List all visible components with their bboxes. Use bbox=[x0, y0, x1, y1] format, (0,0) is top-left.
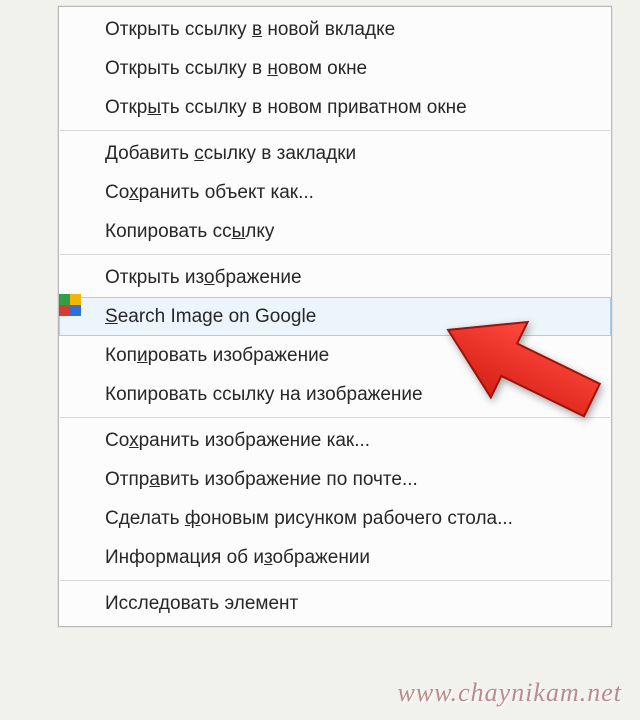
context-menu-item[interactable]: Исследовать элемент bbox=[59, 584, 611, 623]
context-menu-item[interactable]: Открыть ссылку в новой вкладке bbox=[59, 10, 611, 49]
context-menu-item-label: Копировать ссылку на изображение bbox=[105, 384, 423, 406]
context-menu-item-label: Открыть ссылку в новом окне bbox=[105, 58, 367, 80]
context-menu-item[interactable]: Добавить ссылку в закладки bbox=[59, 134, 611, 173]
context-menu-item-label: Открыть ссылку в новой вкладке bbox=[105, 19, 395, 41]
context-menu: Открыть ссылку в новой вкладке Открыть сс… bbox=[58, 6, 612, 627]
menu-separator bbox=[60, 417, 610, 418]
menu-separator bbox=[60, 580, 610, 581]
google-icon bbox=[70, 305, 94, 329]
context-menu-item[interactable]: Сохранить объект как... bbox=[59, 173, 611, 212]
context-menu-item[interactable]: Отправить изображение по почте... bbox=[59, 460, 611, 499]
context-menu-item[interactable]: Информация об изображении bbox=[59, 538, 611, 577]
context-menu-item-label: Копировать изображение bbox=[105, 345, 329, 367]
context-menu-item-label: Открыть ссылку в новом приватном окне bbox=[105, 97, 467, 119]
context-menu-item-label: Исследовать элемент bbox=[105, 593, 298, 615]
context-menu-item[interactable]: Открыть ссылку в новом приватном окне bbox=[59, 88, 611, 127]
context-menu-item-label: Добавить ссылку в закладки bbox=[105, 143, 356, 165]
context-menu-item[interactable]: Сохранить изображение как... bbox=[59, 421, 611, 460]
context-menu-item[interactable]: Открыть ссылку в новом окне bbox=[59, 49, 611, 88]
context-menu-item-label: Информация об изображении bbox=[105, 547, 370, 569]
context-menu-item-label: Копировать ссылку bbox=[105, 221, 274, 243]
context-menu-item-label: Отправить изображение по почте... bbox=[105, 469, 418, 491]
context-menu-item[interactable]: Копировать ссылку bbox=[59, 212, 611, 251]
context-menu-item[interactable]: Копировать ссылку на изображение bbox=[59, 375, 611, 414]
watermark-text: www.chaynikam.net bbox=[398, 678, 622, 708]
menu-separator bbox=[60, 130, 610, 131]
context-menu-item[interactable]: Открыть изображение bbox=[59, 258, 611, 297]
context-menu-item[interactable]: Сделать фоновым рисунком рабочего стола.… bbox=[59, 499, 611, 538]
context-menu-item[interactable]: Копировать изображение bbox=[59, 336, 611, 375]
menu-separator bbox=[60, 254, 610, 255]
context-menu-item[interactable]: Search Image on Google bbox=[59, 297, 611, 336]
context-menu-item-label: Открыть изображение bbox=[105, 267, 302, 289]
context-menu-item-label: Сохранить изображение как... bbox=[105, 430, 370, 452]
context-menu-item-label: Search Image on Google bbox=[105, 306, 316, 328]
context-menu-item-label: Сделать фоновым рисунком рабочего стола.… bbox=[105, 508, 513, 530]
context-menu-item-label: Сохранить объект как... bbox=[105, 182, 314, 204]
